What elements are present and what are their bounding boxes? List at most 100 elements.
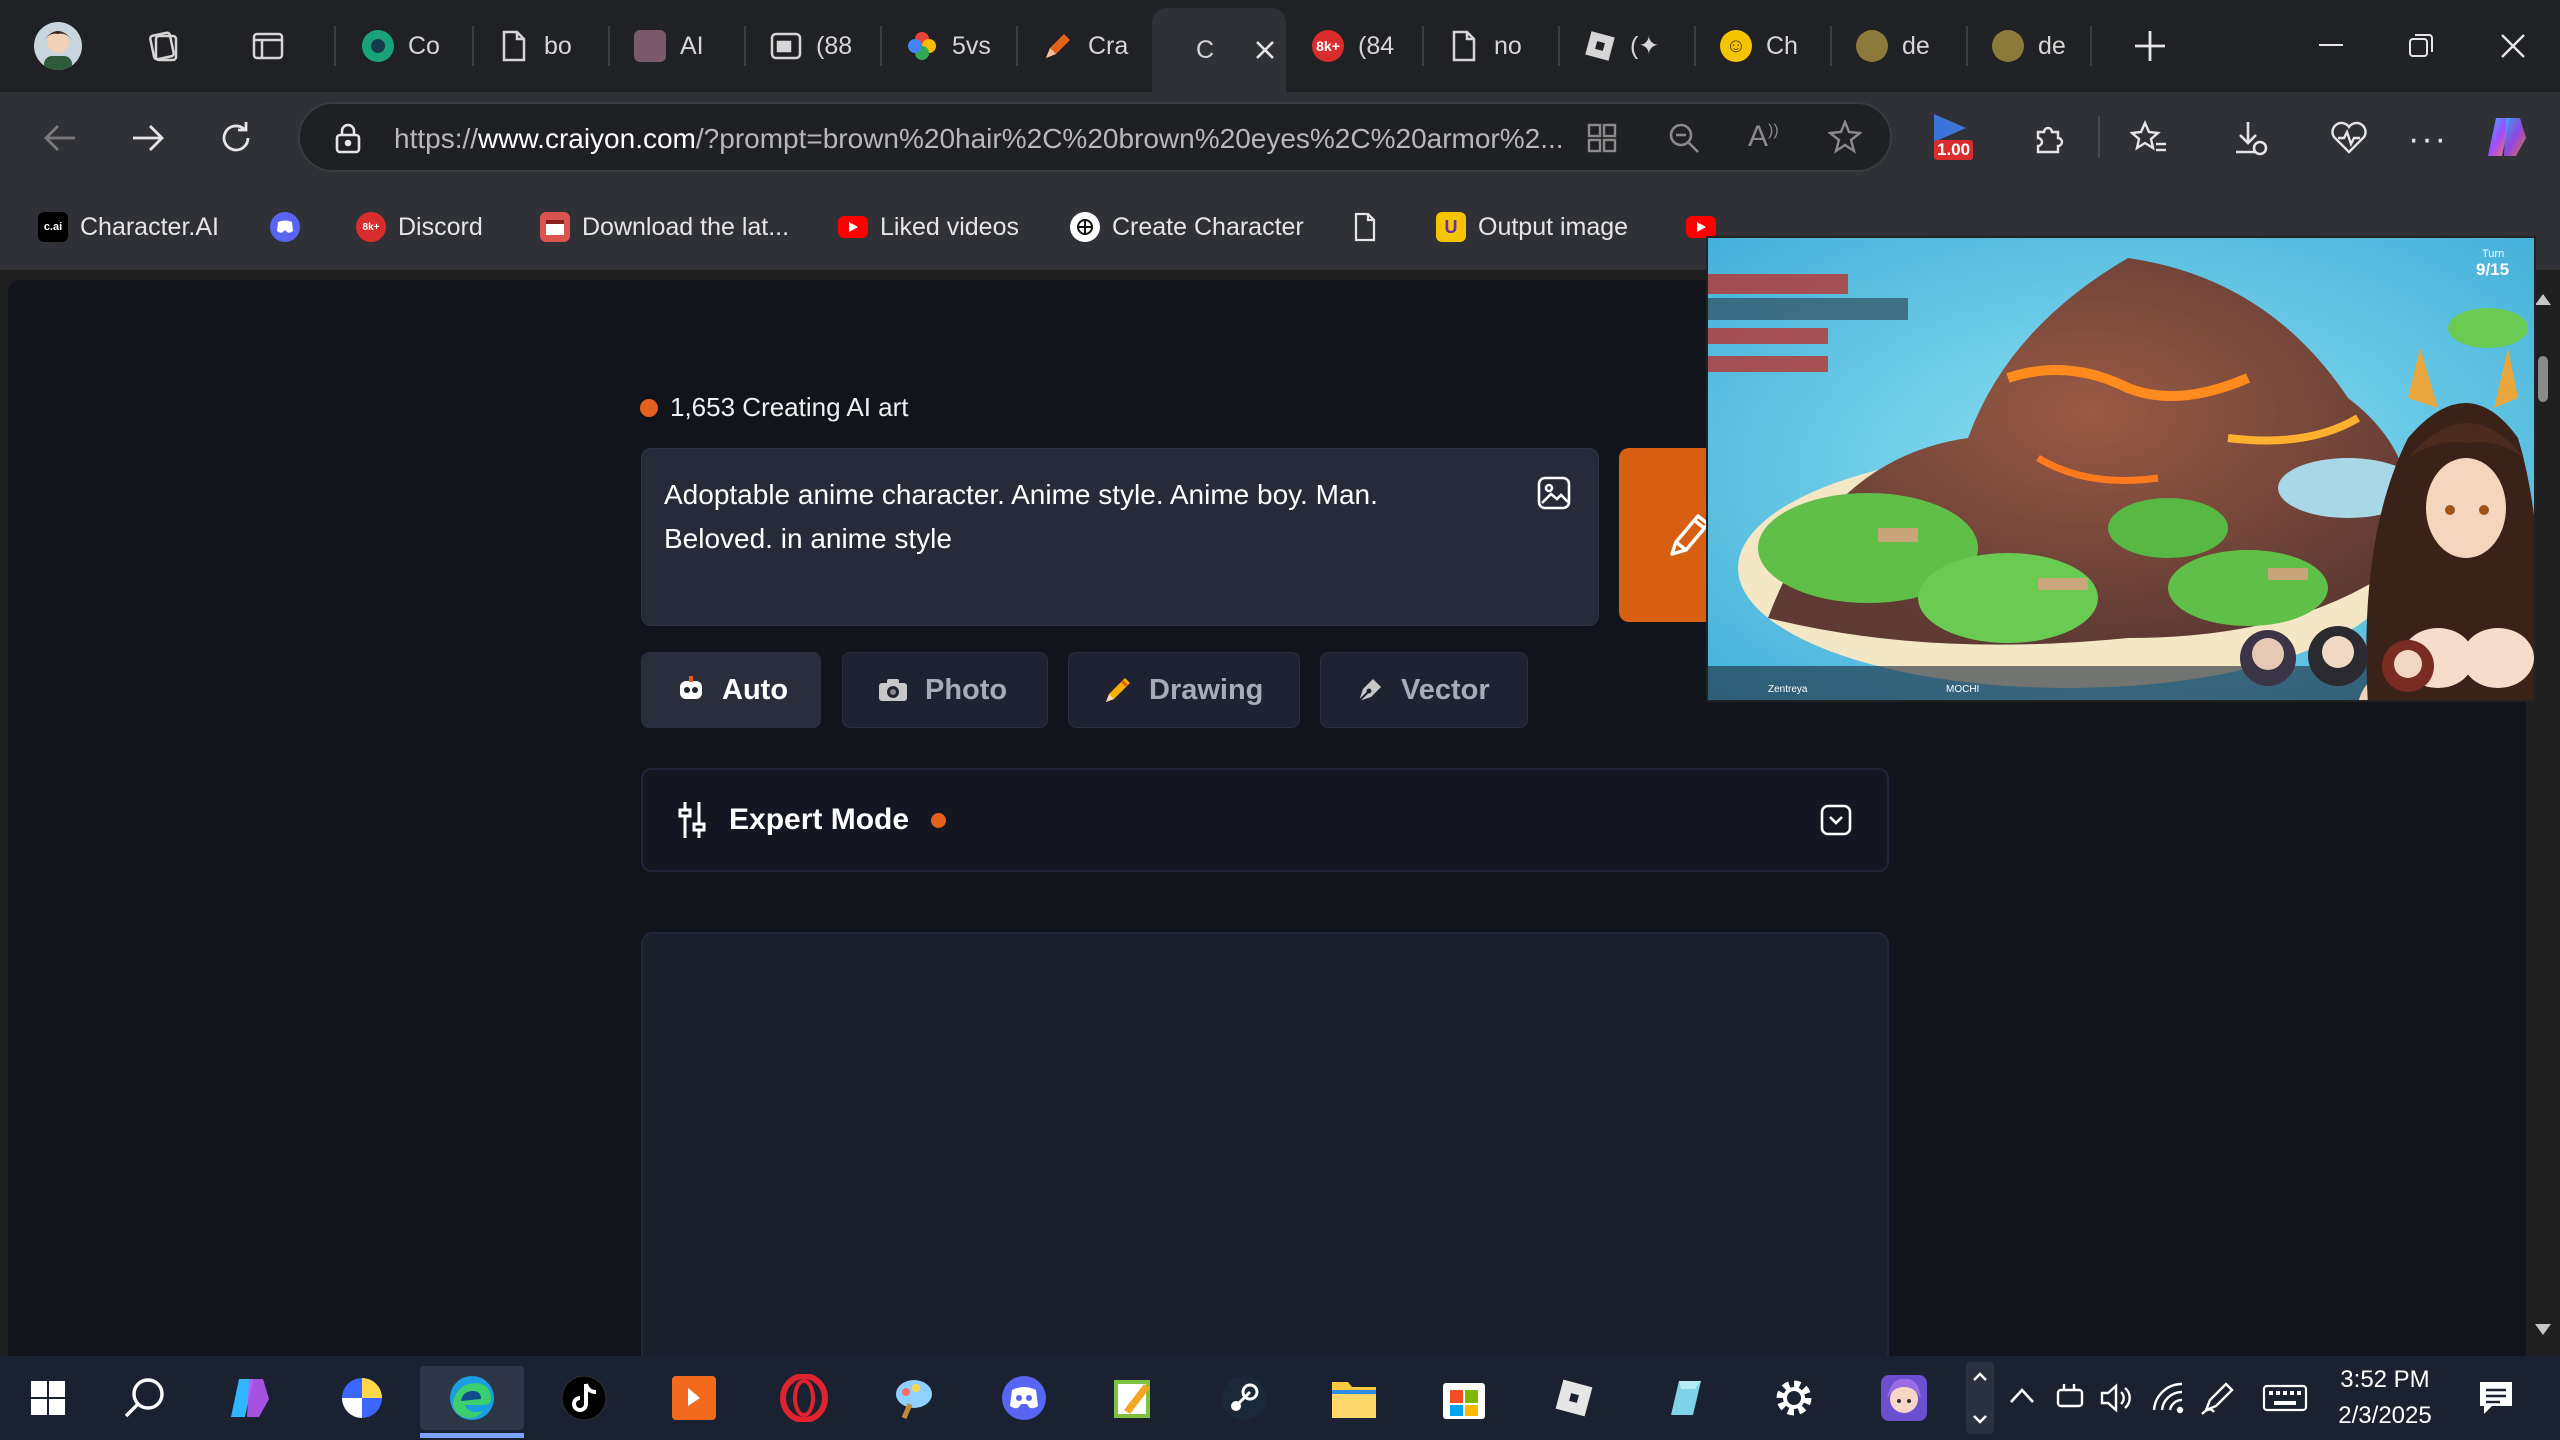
opera-icon[interactable]	[772, 1366, 836, 1430]
8k-icon: 8k+	[1312, 30, 1344, 62]
tab-co[interactable]: Co	[340, 14, 470, 78]
roblox-taskbar-icon[interactable]	[1542, 1366, 1606, 1430]
tiktok-icon[interactable]	[552, 1366, 616, 1430]
zoom-icon[interactable]	[1668, 122, 1700, 154]
game-scene-image	[1708, 238, 2534, 700]
mode-photo-button[interactable]: Photo	[842, 652, 1048, 728]
copilot-taskbar-icon[interactable]	[218, 1366, 282, 1430]
scrollbar-thumb[interactable]	[2538, 356, 2548, 402]
tab-label: de	[2038, 31, 2066, 60]
tab-label: C	[1196, 35, 1215, 64]
expert-indicator-dot	[931, 812, 947, 828]
notification-center-icon[interactable]	[2476, 1378, 2516, 1418]
close-tab-icon[interactable]	[1254, 39, 1276, 61]
url-text[interactable]: https://www.craiyon.com/?prompt=brown%20…	[394, 123, 1854, 155]
bookmark-document[interactable]	[1350, 206, 1380, 248]
app-orange-icon[interactable]	[662, 1366, 726, 1430]
volume-icon[interactable]	[2098, 1380, 2134, 1416]
expert-mode-toggle[interactable]: Expert Mode	[641, 768, 1889, 872]
app-available-icon[interactable]	[1586, 122, 1618, 154]
copilot-icon[interactable]	[2484, 114, 2530, 160]
tab-label: Ch	[1766, 31, 1798, 60]
restore-button[interactable]	[2376, 16, 2466, 76]
start-button[interactable]	[16, 1366, 80, 1430]
minimize-button[interactable]	[2286, 16, 2376, 76]
wifi-icon[interactable]	[2150, 1380, 2186, 1416]
discord-taskbar-icon[interactable]	[992, 1366, 1056, 1430]
extensions-puzzle-icon[interactable]	[2032, 120, 2068, 156]
tab-actions-icon[interactable]	[250, 28, 286, 64]
prompt-text[interactable]: Adoptable anime character. Anime style. …	[664, 479, 1378, 554]
mode-drawing-button[interactable]: Drawing	[1068, 652, 1300, 728]
favorite-star-icon[interactable]	[1828, 120, 1862, 154]
profile-avatar[interactable]	[34, 22, 82, 70]
pen-icon[interactable]	[2200, 1380, 2236, 1416]
more-menu-icon[interactable]: ···	[2408, 120, 2448, 159]
browser-essentials-icon[interactable]	[2330, 120, 2368, 156]
search-icon[interactable]	[112, 1366, 176, 1430]
mode-vector-button[interactable]: Vector	[1320, 652, 1528, 728]
favorites-icon[interactable]	[2130, 120, 2168, 156]
overflow-scroll-control[interactable]	[1966, 1362, 1994, 1434]
anime-avatar-app-icon[interactable]	[1872, 1366, 1936, 1430]
mode-auto-button[interactable]: Auto	[641, 652, 821, 728]
tab-de-2[interactable]: de	[1970, 14, 2100, 78]
microsoft-store-icon[interactable]	[1432, 1366, 1496, 1430]
tab-5vs[interactable]: 5vs	[884, 14, 1014, 78]
bookmark-character-ai[interactable]: c.ai Character.AI	[38, 206, 219, 248]
bookmark-output-image[interactable]: U Output image	[1436, 206, 1628, 248]
edge-browser-icon[interactable]	[420, 1366, 524, 1438]
tab-88[interactable]: (88	[748, 14, 878, 78]
expert-mode-label: Expert Mode	[729, 803, 910, 836]
bookmark-discord[interactable]: 8k+ Discord	[356, 206, 483, 248]
forward-button[interactable]	[118, 108, 178, 168]
tab-active-craiyon[interactable]: C	[1152, 8, 1286, 92]
refresh-button[interactable]	[206, 108, 266, 168]
chevron-up-icon[interactable]	[2008, 1384, 2036, 1408]
close-window-button[interactable]	[2468, 16, 2558, 76]
file-explorer-icon[interactable]	[1322, 1366, 1386, 1430]
settings-gear-icon[interactable]	[1762, 1366, 1826, 1430]
downloads-icon[interactable]	[2232, 120, 2268, 156]
steam-icon[interactable]	[1212, 1366, 1276, 1430]
tab-no[interactable]: no	[1426, 14, 1556, 78]
scroll-down-icon[interactable]	[2535, 1324, 2551, 1335]
notepad-app-icon[interactable]	[1102, 1366, 1166, 1430]
paint-app-icon[interactable]	[882, 1366, 946, 1430]
keyboard-icon[interactable]	[2262, 1382, 2308, 1414]
tab-84[interactable]: 8k+ (84	[1290, 14, 1420, 78]
tab-strip: Co bo AI (88 5vs Cra C 8k+ (84 no (✦ ☺ C…	[0, 0, 2560, 92]
youtube-icon	[1686, 216, 1716, 238]
lock-icon[interactable]	[334, 122, 362, 154]
bookmark-discord-icon-only[interactable]	[270, 206, 300, 248]
bookmark-create-character[interactable]: Create Character	[1070, 206, 1304, 248]
battery-plug-icon[interactable]	[2052, 1380, 2088, 1416]
image-upload-icon[interactable]	[1536, 475, 1572, 511]
turn-label: Turn	[2482, 248, 2505, 260]
tab-label: 5vs	[952, 31, 991, 60]
new-tab-icon[interactable]	[2132, 28, 2168, 64]
back-button[interactable]	[30, 108, 90, 168]
tab-bo[interactable]: bo	[476, 14, 606, 78]
pinwheel-app-icon[interactable]	[330, 1366, 394, 1430]
bookmark-download[interactable]: Download the lat...	[540, 206, 789, 248]
chevron-down-icon[interactable]	[1819, 803, 1853, 837]
tab-ch[interactable]: ☺ Ch	[1698, 14, 1828, 78]
glass-app-icon[interactable]	[1652, 1366, 1716, 1430]
turn-value: 9/15	[2476, 260, 2510, 279]
prompt-input[interactable]: Adoptable anime character. Anime style. …	[641, 448, 1599, 626]
read-aloud-icon[interactable]: A))	[1748, 120, 1779, 154]
8k-icon: 8k+	[356, 212, 386, 242]
address-bar[interactable]: https://www.craiyon.com/?prompt=brown%20…	[298, 102, 1892, 172]
tab-ai[interactable]: AI	[612, 14, 742, 78]
picture-in-picture-video[interactable]: Turn 9/15 Zentreya MOCHI	[1706, 236, 2536, 702]
extension-badge-icon[interactable]: 1.00	[1930, 112, 1984, 162]
tab-cra[interactable]: Cra	[1020, 14, 1150, 78]
collections-icon[interactable]	[142, 26, 182, 66]
clock[interactable]: 3:52 PM 2/3/2025	[2320, 1362, 2450, 1434]
bookmark-liked-videos[interactable]: Liked videos	[838, 206, 1019, 248]
camera-icon	[877, 677, 909, 703]
tab-de-1[interactable]: de	[1834, 14, 1964, 78]
tab-roblox[interactable]: (✦	[1562, 14, 1692, 78]
scroll-up-icon[interactable]	[2535, 294, 2551, 305]
